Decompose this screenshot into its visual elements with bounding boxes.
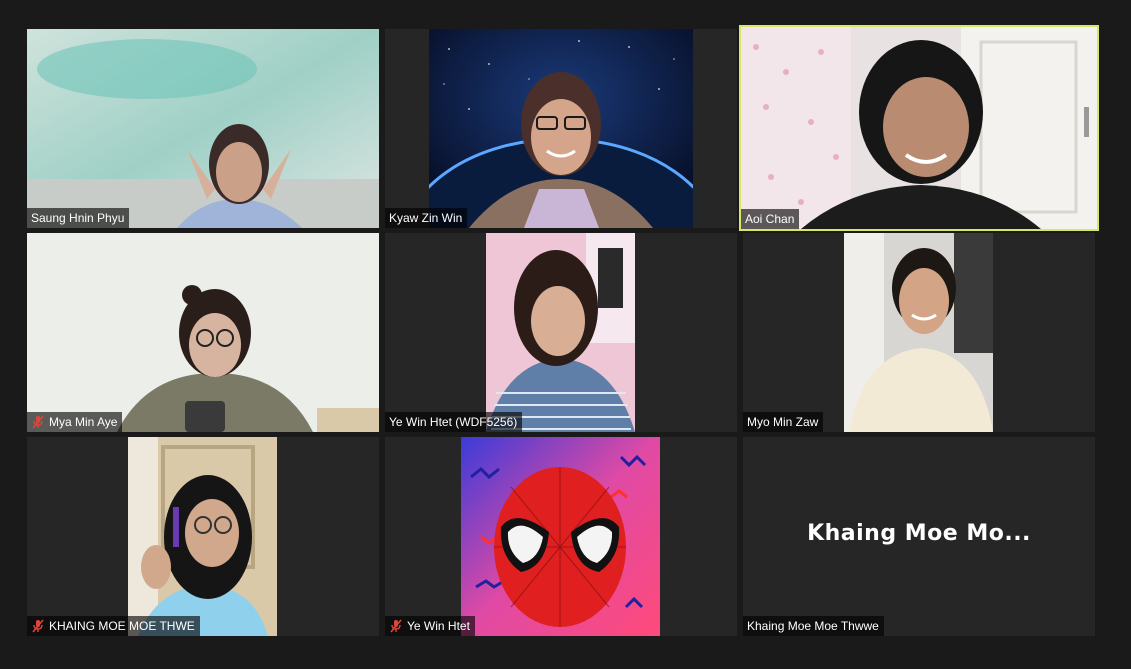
participant-video — [27, 29, 379, 228]
participant-video — [486, 233, 635, 432]
participant-name-tag: Saung Hnin Phyu — [27, 208, 130, 228]
participant-name: Khaing Moe Moe Thwwe — [747, 619, 879, 633]
participant-tile-ye-win-htet-wdf5256[interactable]: Ye Win Htet (WDF5256) — [385, 233, 737, 432]
participant-tile-saung-hnin-phyu[interactable]: Saung Hnin Phyu — [27, 29, 379, 228]
participant-name-tag: Mya Min Aye — [27, 412, 123, 432]
participant-video — [27, 233, 379, 432]
participant-name-tag: Ye Win Htet (WDF5256) — [385, 412, 523, 432]
participant-name: Mya Min Aye — [49, 415, 118, 429]
participant-video — [741, 27, 1097, 229]
participant-name: Aoi Chan — [745, 212, 795, 226]
participant-name: Ye Win Htet (WDF5256) — [389, 415, 518, 429]
participant-name-tag: Ye Win Htet — [385, 616, 475, 636]
participant-tile-aoi-chan[interactable]: Aoi Chan — [739, 25, 1099, 231]
participant-name: Kyaw Zin Win — [389, 211, 463, 225]
participant-tile-khaing-moe-moe-thwwe[interactable]: Khaing Moe Mo... Khaing Moe Moe Thwwe — [743, 437, 1095, 636]
participant-tile-mya-min-aye[interactable]: Mya Min Aye — [27, 233, 379, 432]
microphone-muted-icon — [390, 619, 402, 633]
participant-name-tag: KHAING MOE MOE THWE — [27, 616, 200, 636]
participant-tile-kyaw-zin-win[interactable]: Kyaw Zin Win — [385, 29, 737, 228]
participant-tile-myo-min-zaw[interactable]: Myo Min Zaw — [743, 233, 1095, 432]
participant-name: KHAING MOE MOE THWE — [49, 619, 195, 633]
microphone-muted-icon — [32, 415, 44, 429]
video-gallery: Saung Hnin Phyu Kyaw Zin Win Aoi Chan My… — [0, 0, 1131, 669]
participant-video — [844, 233, 993, 432]
participant-tile-khaing-moe-moe-thwe[interactable]: KHAING MOE MOE THWE — [27, 437, 379, 636]
participant-name: Myo Min Zaw — [747, 415, 819, 429]
participant-tile-ye-win-htet[interactable]: Ye Win Htet — [385, 437, 737, 636]
participant-name-tag: Kyaw Zin Win — [385, 208, 468, 228]
participant-name: Ye Win Htet — [407, 619, 470, 633]
participant-name-tag: Myo Min Zaw — [743, 412, 824, 432]
participant-video — [461, 437, 660, 636]
participant-name-tag: Aoi Chan — [741, 209, 800, 229]
participant-name: Saung Hnin Phyu — [31, 211, 125, 225]
participant-name-tag: Khaing Moe Moe Thwwe — [743, 616, 884, 636]
participant-video — [429, 29, 693, 228]
participant-display-name: Khaing Moe Mo... — [807, 521, 1031, 546]
microphone-muted-icon — [32, 619, 44, 633]
participant-video — [128, 437, 277, 636]
